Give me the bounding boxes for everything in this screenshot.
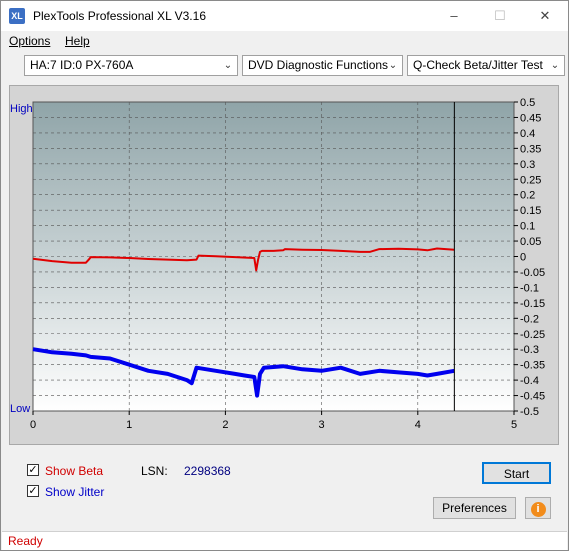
y-tick-label: 0 — [520, 252, 526, 264]
info-icon: i — [530, 502, 546, 517]
x-tick-label: 5 — [511, 419, 517, 431]
drive-select-value: HA:7 ID:0 PX-760A — [30, 58, 134, 72]
y-tick-label: 0.5 — [520, 97, 535, 109]
x-tick-label: 1 — [126, 419, 132, 431]
x-tick-label: 2 — [222, 419, 228, 431]
y-tick-label: 0.45 — [520, 112, 541, 124]
show-beta-label: Show Beta — [45, 464, 104, 478]
y-axis-ticks: 0.5 0.45 0.4 0.35 0.3 0.25 0.2 0.15 0.1 0.05 0 -0.0… — [514, 97, 545, 418]
y-tick-label: -0.15 — [520, 298, 545, 310]
app-logo-icon: XL — [9, 8, 25, 24]
y-tick-label: 0.4 — [520, 128, 535, 140]
title-bar: XL PlexTools Professional XL V3.16 – ☐ ✕ — [1, 1, 568, 31]
control-panel: ✓ Show Beta ✓ Show Jitter LSN: 2298368 S… — [9, 452, 559, 524]
app-window: XL PlexTools Professional XL V3.16 – ☐ ✕… — [0, 0, 569, 551]
lsn-label: LSN: — [141, 464, 168, 478]
close-button[interactable]: ✕ — [522, 1, 568, 31]
x-axis-ticks: 0 1 2 3 4 5 — [30, 411, 517, 431]
window-title: PlexTools Professional XL V3.16 — [33, 9, 206, 23]
x-tick-label: 4 — [415, 419, 421, 431]
beta-jitter-chart: High Low 0.50.450.40.350.30.250.20.150.1… — [10, 97, 545, 431]
y-tick-label: 0.2 — [520, 190, 535, 202]
y-tick-label: -0.2 — [520, 313, 539, 325]
show-jitter-label: Show Jitter — [45, 485, 105, 499]
chevron-down-icon: ⌄ — [550, 60, 560, 71]
menu-options[interactable]: Options — [9, 34, 50, 48]
preferences-button-label: Preferences — [442, 501, 507, 515]
function-select[interactable]: DVD Diagnostic Functions ⌄ — [242, 55, 403, 76]
drive-select[interactable]: HA:7 ID:0 PX-760A ⌄ — [24, 55, 238, 76]
y-tick-label: -0.4 — [520, 375, 539, 387]
preferences-button[interactable]: Preferences — [433, 497, 516, 519]
status-text: Ready — [8, 534, 43, 548]
lsn-value: 2298368 — [184, 464, 231, 478]
y-tick-label: 0.3 — [520, 159, 535, 171]
y-low-label: Low — [10, 403, 30, 415]
show-beta-checkbox[interactable]: ✓ — [27, 464, 39, 476]
status-bar: Ready — [2, 531, 567, 550]
y-tick-label: -0.3 — [520, 344, 539, 356]
y-tick-label: 0.05 — [520, 236, 541, 248]
x-tick-label: 3 — [319, 419, 325, 431]
test-select-value: Q-Check Beta/Jitter Test — [413, 58, 543, 72]
y-tick-label: 0.25 — [520, 174, 541, 186]
test-select[interactable]: Q-Check Beta/Jitter Test ⌄ — [407, 55, 565, 76]
function-select-value: DVD Diagnostic Functions — [248, 58, 389, 72]
show-jitter-checkbox[interactable]: ✓ — [27, 485, 39, 497]
y-tick-label: -0.45 — [520, 391, 545, 403]
minimize-button[interactable]: – — [431, 1, 477, 31]
menu-bar: Options Help — [1, 31, 568, 52]
y-tick-label: -0.35 — [520, 360, 545, 372]
y-tick-label: -0.25 — [520, 329, 545, 341]
maximize-button[interactable]: ☐ — [477, 1, 523, 31]
chevron-down-icon: ⌄ — [388, 60, 398, 71]
chevron-down-icon: ⌄ — [223, 60, 233, 71]
y-high-label: High — [10, 103, 33, 115]
info-button[interactable]: i — [525, 497, 551, 519]
y-tick-label: 0.15 — [520, 205, 541, 217]
start-button-label: Start — [503, 467, 530, 481]
y-tick-label: -0.1 — [520, 282, 539, 294]
start-button[interactable]: Start — [482, 462, 551, 484]
x-tick-label: 0 — [30, 419, 36, 431]
y-tick-label: 0.35 — [520, 143, 541, 155]
y-tick-label: -0.5 — [520, 406, 539, 418]
y-tick-label: 0.1 — [520, 221, 535, 233]
menu-help-label: Help — [65, 34, 90, 48]
menu-help[interactable]: Help — [65, 34, 90, 48]
menu-options-label: Options — [9, 34, 51, 48]
chart-panel: High Low 0.5 0.45 0.4 0.35 0.3 0.25 0.2 0.15 0.1… — [9, 85, 559, 445]
y-tick-label: -0.05 — [520, 267, 545, 279]
